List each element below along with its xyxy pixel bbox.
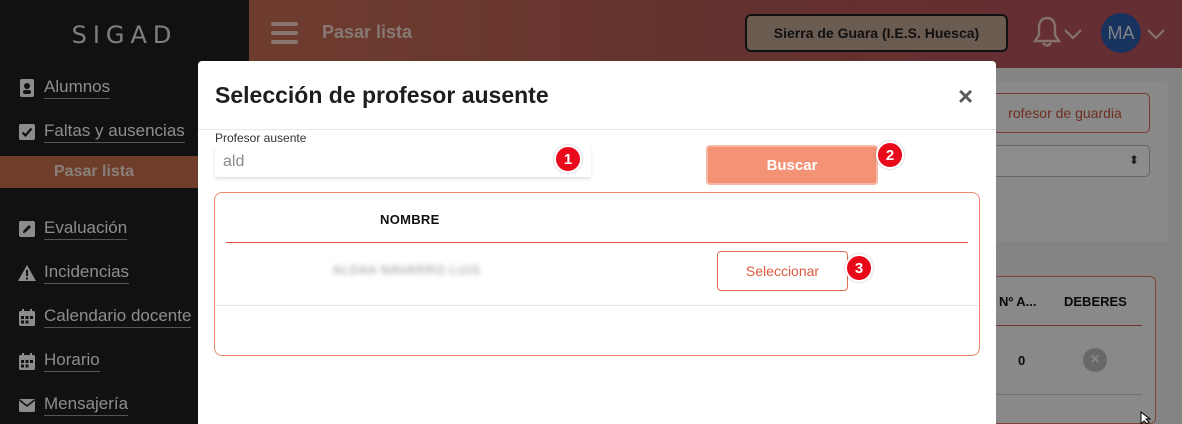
divider	[215, 305, 979, 306]
divider	[198, 129, 996, 130]
mouse-cursor-icon	[1140, 411, 1152, 424]
results-table: NOMBRE ALDAA NAVARRO LUIS Seleccionar 3	[214, 192, 980, 356]
step-badge: 2	[876, 141, 904, 169]
divider	[226, 242, 968, 243]
close-icon[interactable]: ×	[958, 81, 973, 112]
absent-teacher-modal: Selección de profesor ausente × Profesor…	[198, 61, 996, 424]
teacher-name-cell: ALDAA NAVARRO LUIS	[333, 263, 481, 277]
search-button[interactable]: Buscar	[706, 145, 878, 185]
step-badge: 1	[554, 145, 582, 173]
absent-teacher-input[interactable]	[215, 147, 591, 177]
select-button[interactable]: Seleccionar	[717, 251, 848, 291]
modal-title: Selección de profesor ausente	[215, 82, 549, 108]
step-badge: 3	[845, 254, 873, 282]
field-label: Profesor ausente	[215, 131, 307, 145]
column-header: NOMBRE	[380, 212, 440, 227]
